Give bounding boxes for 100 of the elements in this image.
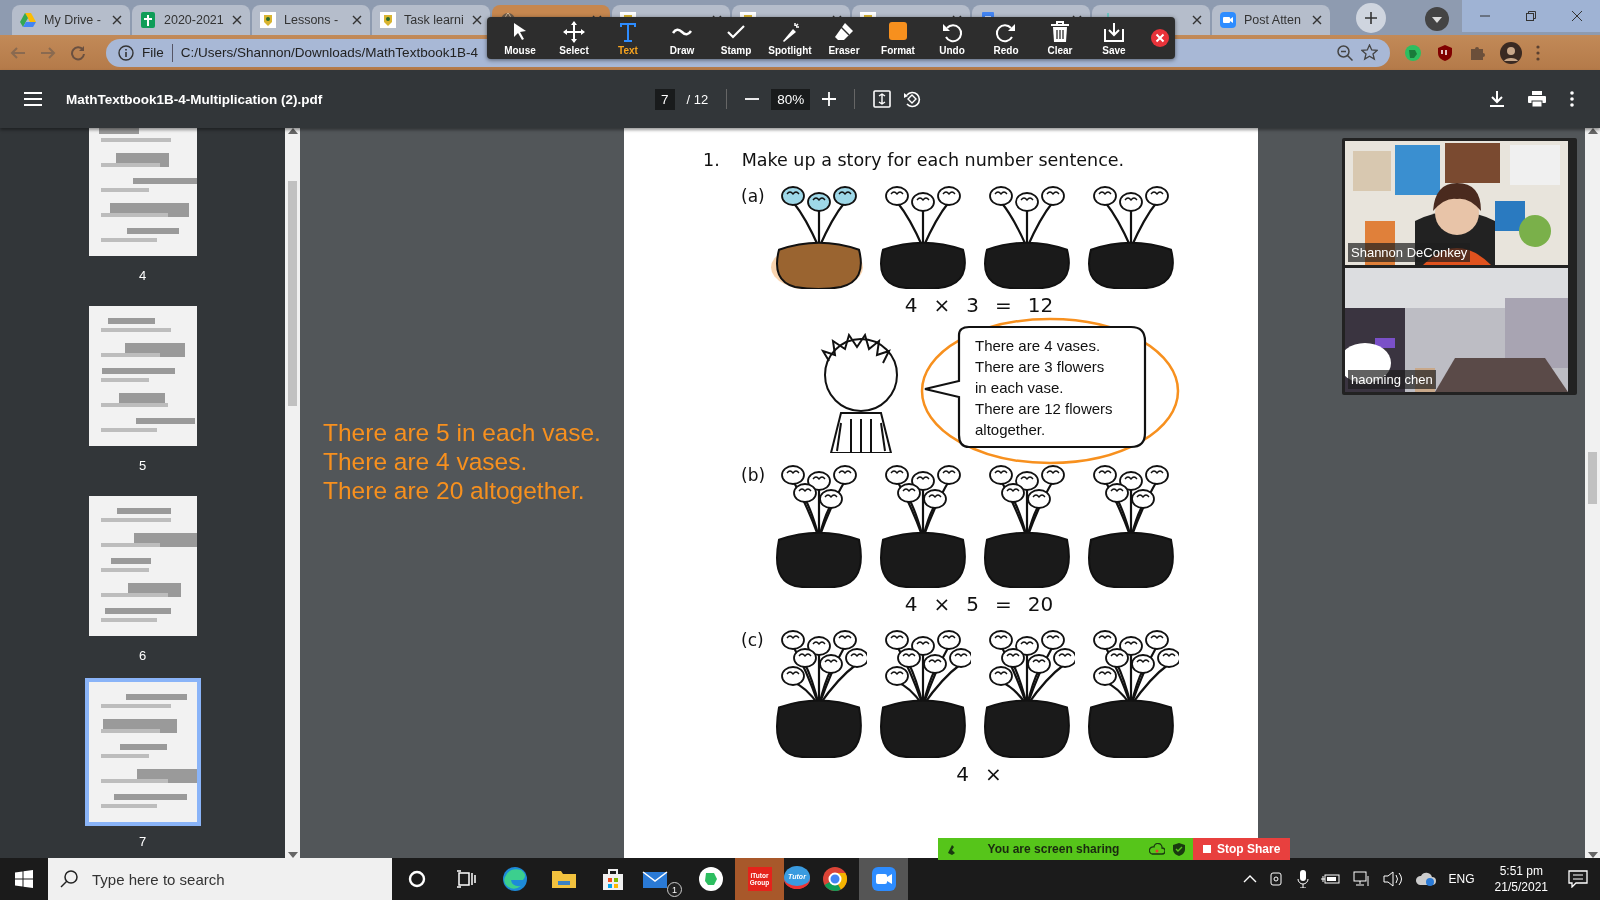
clock-date: 21/5/2021 xyxy=(1494,879,1548,895)
equation-text: × xyxy=(985,762,1002,786)
annotation-text: There are 4 vases. xyxy=(323,447,529,476)
restore-icon xyxy=(1526,11,1536,21)
speech-text: in each vase. xyxy=(975,378,1065,398)
phone-icon[interactable] xyxy=(946,843,958,855)
network-icon[interactable] xyxy=(1352,871,1371,887)
browser-tab[interactable]: My Drive - xyxy=(12,5,130,35)
search-placeholder: Type here to search xyxy=(92,870,225,888)
scrollbar-thumb[interactable] xyxy=(288,180,297,406)
equation-text: × xyxy=(933,293,951,317)
color-swatch-icon xyxy=(887,20,909,43)
scrollbar-thumb[interactable] xyxy=(1588,452,1597,504)
page-thumbnail[interactable] xyxy=(84,678,201,826)
equation-text: 4 xyxy=(904,592,918,616)
move-icon xyxy=(563,20,585,43)
cloud-icon xyxy=(1149,843,1165,855)
volume-icon[interactable] xyxy=(1382,871,1403,887)
fit-page-icon[interactable] xyxy=(873,90,892,108)
part-label: (b) xyxy=(741,464,767,487)
video-camera-icon xyxy=(1220,12,1236,28)
status-text: You are screen sharing xyxy=(986,842,1121,856)
equation-text: 5 xyxy=(966,592,979,616)
eraser-icon xyxy=(833,20,855,43)
task-view-icon[interactable] xyxy=(455,870,476,888)
notification-badge: 1 xyxy=(667,882,682,897)
video-camera-icon xyxy=(869,865,898,893)
star-icon[interactable] xyxy=(1361,44,1378,61)
dropdown-icon[interactable] xyxy=(1424,6,1450,32)
annotation-text: There are 5 in each vase. xyxy=(323,418,601,447)
page-number: 7 xyxy=(138,834,147,849)
profile-avatar-icon[interactable] xyxy=(1500,41,1522,64)
taskbar-button[interactable] xyxy=(859,858,908,900)
equation-text: 4 xyxy=(904,293,918,317)
speech-text: There are 4 vases. xyxy=(975,336,1102,356)
chrome-icon[interactable] xyxy=(820,865,849,893)
new-tab-button[interactable] xyxy=(1356,3,1386,33)
drive-icon xyxy=(20,12,36,28)
part-label: (a) xyxy=(741,185,766,208)
url-scheme: File xyxy=(142,45,164,60)
document-title: MathTextbook1B-4-Multiplication (2).pdf xyxy=(66,91,323,107)
browser-tab[interactable]: Task learni xyxy=(372,5,490,35)
browser-tab[interactable]: 2020-2021 xyxy=(132,5,250,35)
plus-icon xyxy=(1365,12,1377,24)
battery-icon[interactable] xyxy=(1320,872,1341,886)
chevron-up-icon[interactable] xyxy=(1242,875,1257,883)
shield-icon[interactable] xyxy=(1436,43,1454,62)
equation-text: 12 xyxy=(1027,293,1054,317)
stop-icon xyxy=(1203,845,1211,853)
question-text: Make up a story for each number sentence. xyxy=(741,150,1125,170)
download-icon[interactable] xyxy=(1490,91,1504,107)
spreadsheet-icon xyxy=(140,12,156,28)
elephant-icon[interactable] xyxy=(696,865,725,893)
clock[interactable]: 5:51 pm 21/5/2021 xyxy=(1494,863,1548,895)
zoom-field[interactable]: 80% xyxy=(771,88,811,110)
page-number: 4 xyxy=(138,268,147,283)
annotation-text: There are 20 altogether. xyxy=(323,476,586,505)
clock-time: 5:51 pm xyxy=(1499,863,1543,879)
question-number: 1. xyxy=(703,150,720,170)
language-indicator[interactable]: ENG xyxy=(1448,872,1475,886)
rotate-icon[interactable] xyxy=(903,90,922,108)
zoom-in-icon[interactable] xyxy=(822,92,837,106)
equation-text: × xyxy=(933,592,951,616)
windows-start-icon[interactable] xyxy=(15,870,33,888)
notification-icon[interactable] xyxy=(1568,870,1588,888)
browser-tab[interactable]: Lessons - xyxy=(252,5,370,35)
trash-icon xyxy=(1049,20,1071,43)
browser-icon[interactable] xyxy=(500,865,529,893)
speech-text: There are 12 flowers xyxy=(975,399,1114,419)
equation-text: = xyxy=(995,592,1012,616)
search-icon xyxy=(60,870,78,888)
microphone-icon[interactable] xyxy=(1296,870,1309,888)
more-icon[interactable] xyxy=(1570,91,1574,107)
page-count: / 12 xyxy=(686,91,709,107)
speech-text: There are 3 flowers xyxy=(975,357,1106,377)
url-text: C:/Users/Shannon/Downloads/MathTextbook1B-4 xyxy=(180,45,478,60)
save-icon xyxy=(1103,20,1125,43)
page-number: 6 xyxy=(138,648,147,663)
participant-name: haoming chen xyxy=(1348,370,1436,389)
info-icon xyxy=(118,44,134,61)
shield-icon xyxy=(1173,842,1185,856)
participant-name: Shannon DeConkey xyxy=(1348,243,1471,262)
page-number-field[interactable]: 7 xyxy=(655,88,675,110)
search-field[interactable]: Type here to search xyxy=(48,858,392,900)
page-number: 5 xyxy=(138,458,147,473)
equation-text: 20 xyxy=(1027,592,1054,616)
camera-icon[interactable] xyxy=(1268,871,1285,887)
browser-tab[interactable]: Post Atten xyxy=(1212,5,1330,35)
speech-text: altogether. xyxy=(975,420,1047,440)
equation-text: = xyxy=(995,293,1012,317)
cloud-sync-icon[interactable] xyxy=(1414,871,1437,887)
menu-icon[interactable] xyxy=(24,92,42,106)
cortana-icon[interactable] xyxy=(407,870,426,888)
text-icon xyxy=(617,20,639,43)
equation-text: 3 xyxy=(966,293,979,317)
print-icon[interactable] xyxy=(1528,91,1546,107)
equation-text: 4 xyxy=(956,762,969,786)
stop-share-button[interactable]: Stop Share xyxy=(1193,838,1291,860)
part-label: (c) xyxy=(741,629,765,652)
zoom-out-icon[interactable] xyxy=(1337,44,1353,61)
